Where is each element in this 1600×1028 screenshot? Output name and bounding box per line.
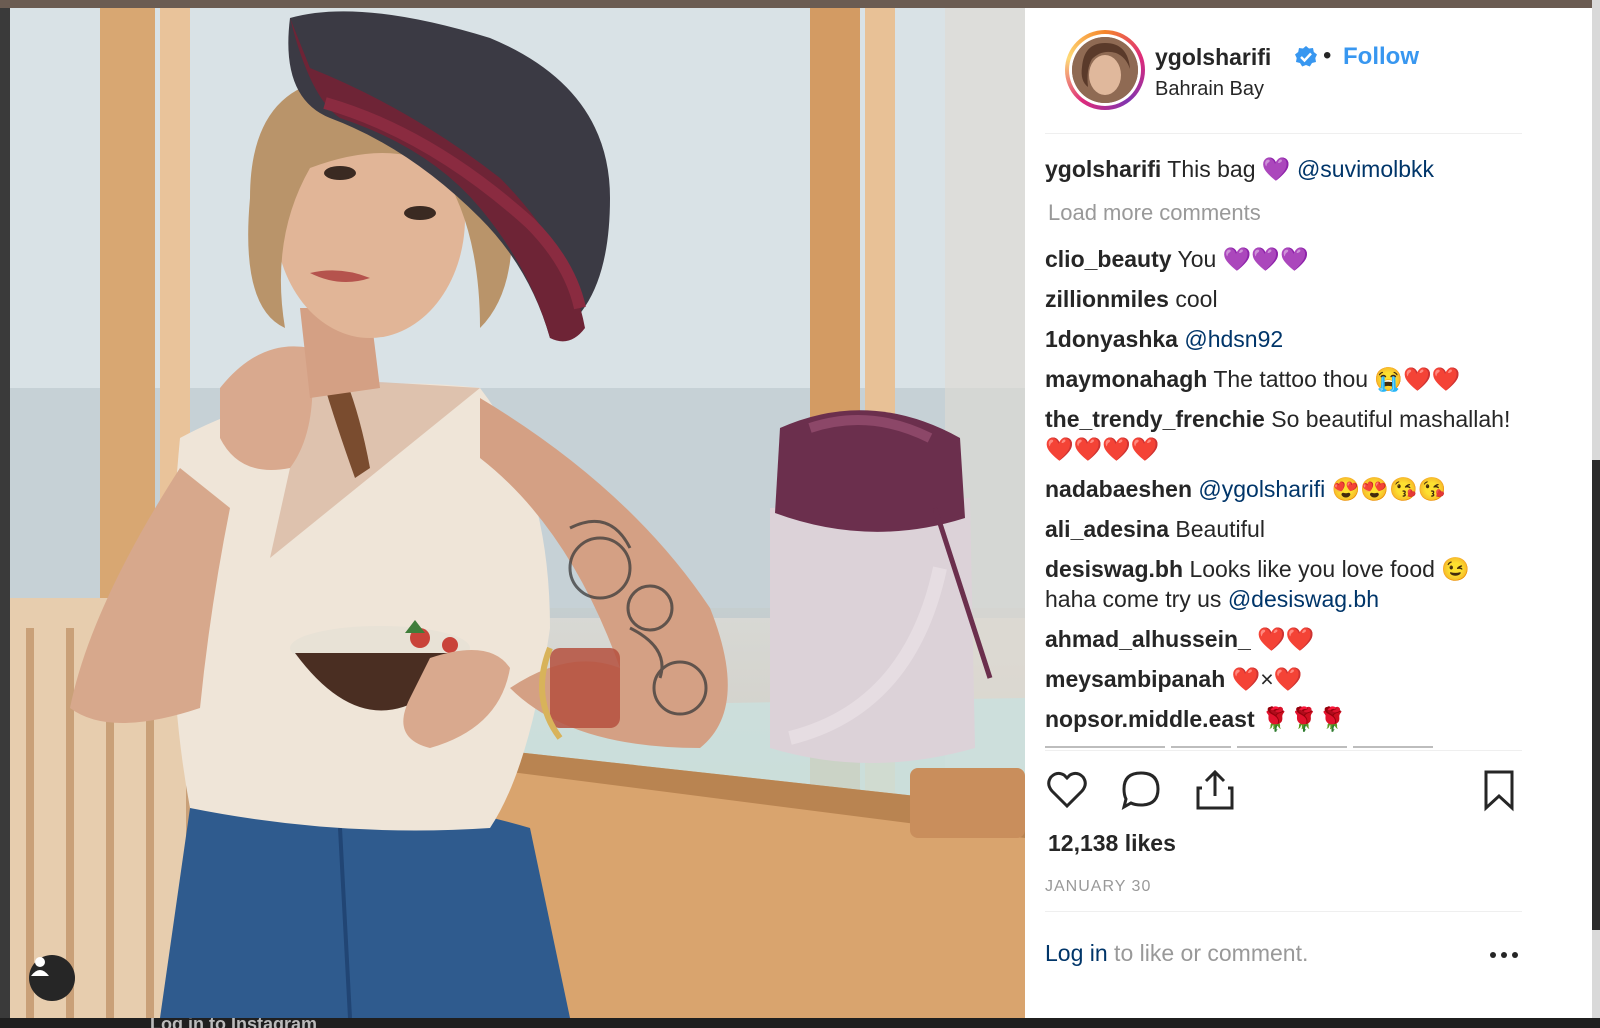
comment-row: clio_beauty You 💜💜💜: [1045, 244, 1535, 274]
comment-row: nadabaeshen @ygolsharifi 😍😍😘😘: [1045, 474, 1535, 504]
post-location[interactable]: Bahrain Bay: [1155, 78, 1264, 101]
comment-username[interactable]: zillionmiles: [1045, 286, 1169, 312]
comments-divider: [1045, 750, 1522, 751]
story-ring[interactable]: [1065, 30, 1145, 110]
footer-divider: [1045, 911, 1522, 912]
post-sidebar: ygolsharifi • Follow Bahrain Bay ygolsha…: [1025, 8, 1592, 1018]
login-link[interactable]: Log in: [1045, 940, 1108, 966]
follow-button[interactable]: Follow: [1343, 43, 1419, 71]
clipped-text: [1353, 746, 1433, 748]
comment-text: cool: [1175, 286, 1218, 312]
caption-mention[interactable]: @suvimolbkk: [1297, 156, 1434, 182]
load-more-comments[interactable]: Load more comments: [1048, 200, 1261, 226]
separator-dot: •: [1323, 42, 1332, 69]
comment-mention[interactable]: @ygolsharifi: [1198, 476, 1325, 502]
comment-row: desiswag.bh Looks like you love food 😉 h…: [1045, 554, 1535, 614]
login-prompt-text: to like or comment.: [1107, 940, 1309, 966]
comment-username[interactable]: nadabaeshen: [1045, 476, 1192, 502]
clipped-text: [1045, 746, 1165, 748]
comment-row: maymonahagh The tattoo thou 😭❤️❤️: [1045, 364, 1535, 394]
comment-text: So beautiful mashallah!: [1271, 406, 1511, 432]
comment-text: 😍😍😘😘: [1325, 476, 1447, 502]
comment-row: 1donyashka @hdsn92: [1045, 324, 1535, 354]
clipped-text: [1237, 746, 1347, 748]
comment-username[interactable]: meysambipanah: [1045, 666, 1225, 692]
comment-row: zillionmiles cool: [1045, 284, 1535, 314]
comment-row: ali_adesina Beautiful: [1045, 514, 1535, 544]
comment-row: the_trendy_frenchie So beautiful mashall…: [1045, 404, 1535, 464]
bookmark-icon[interactable]: [1477, 768, 1521, 812]
likes-count[interactable]: 12,138 likes: [1048, 830, 1176, 857]
comment-text-continued: ❤️❤️❤️❤️: [1045, 436, 1160, 462]
backdrop-top: [0, 0, 1600, 8]
avatar-border: [1069, 34, 1141, 106]
caption-text: This bag 💜: [1167, 156, 1291, 182]
comment-text: Beautiful: [1175, 516, 1265, 542]
comment-username[interactable]: the_trendy_frenchie: [1045, 406, 1265, 432]
comment-row: ahmad_alhussein_ ❤️❤️: [1045, 624, 1535, 654]
avatar: [1072, 37, 1138, 103]
comment-text: 🌹🌹🌹: [1261, 706, 1347, 732]
comment-username[interactable]: 1donyashka: [1045, 326, 1178, 352]
post-photo[interactable]: [10, 8, 1025, 1018]
caption: ygolsharifi This bag 💜 @suvimolbkk: [1045, 154, 1535, 184]
comment-row: meysambipanah ❤️×❤️: [1045, 664, 1535, 694]
avatar-picture: [1072, 37, 1138, 103]
login-prompt: Log in to like or comment.: [1045, 940, 1308, 967]
comment-text: The tattoo thou 😭❤️❤️: [1213, 366, 1461, 392]
comment-mention[interactable]: @desiswag.bh: [1228, 586, 1379, 612]
comment-mention[interactable]: @hdsn92: [1184, 326, 1283, 352]
comment-text: You 💜💜💜: [1177, 246, 1309, 272]
user-tag-button[interactable]: [29, 955, 75, 1001]
comment-icon[interactable]: [1119, 768, 1163, 812]
backdrop-strip: [1592, 0, 1600, 460]
comment-username[interactable]: desiswag.bh: [1045, 556, 1183, 582]
user-tag-icon: [31, 957, 49, 976]
caption-username[interactable]: ygolsharifi: [1045, 156, 1161, 182]
more-options-icon[interactable]: [1485, 938, 1525, 968]
comment-username[interactable]: maymonahagh: [1045, 366, 1207, 392]
comment-text: ❤️❤️: [1257, 626, 1315, 652]
comment-username[interactable]: ahmad_alhussein_: [1045, 626, 1251, 652]
post-header: ygolsharifi • Follow Bahrain Bay: [1065, 30, 1555, 120]
verified-badge-icon: [1295, 46, 1317, 67]
header-divider: [1045, 133, 1522, 134]
clipped-text: [1171, 746, 1231, 748]
comment-row: nopsor.middle.east 🌹🌹🌹: [1045, 704, 1535, 734]
comment-username[interactable]: clio_beauty: [1045, 246, 1172, 272]
comment-username[interactable]: nopsor.middle.east: [1045, 706, 1255, 732]
comments-list[interactable]: ygolsharifi This bag 💜 @suvimolbkk Load …: [1045, 148, 1535, 748]
post-photo-illustration: [10, 8, 1025, 1018]
post-username[interactable]: ygolsharifi: [1155, 44, 1271, 71]
action-bar: [1045, 768, 1525, 818]
backdrop-bottom: Log in to Instagram: [0, 1018, 1600, 1028]
heart-icon[interactable]: [1045, 768, 1089, 812]
backdrop-strip: [1592, 930, 1600, 1018]
backdrop-login-text: Log in to Instagram: [150, 1018, 318, 1028]
share-icon[interactable]: [1193, 768, 1237, 812]
comment-row-clipped: [1045, 738, 1535, 748]
comment-text: ❤️×❤️: [1231, 666, 1303, 692]
comment-text: Looks like you love food 😉: [1189, 556, 1470, 582]
comment-text-continued: haha come try us: [1045, 586, 1228, 612]
post-date[interactable]: JANUARY 30: [1045, 878, 1151, 896]
comment-username[interactable]: ali_adesina: [1045, 516, 1169, 542]
backdrop-right: [1592, 0, 1600, 1028]
